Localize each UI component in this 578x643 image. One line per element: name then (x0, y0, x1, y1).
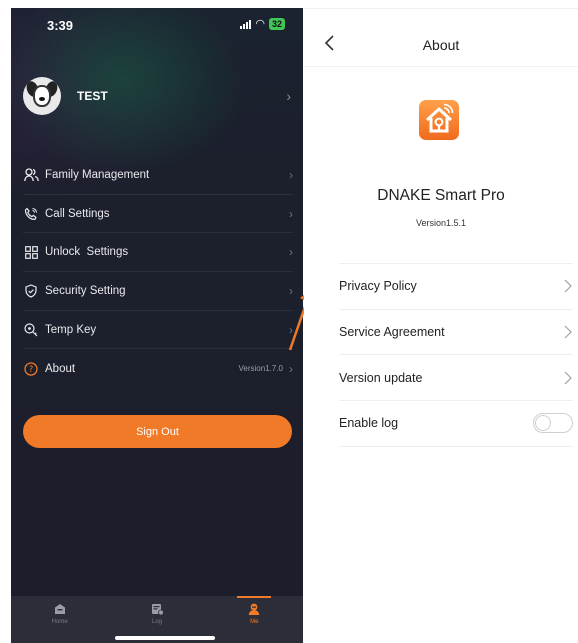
tab-label: Me (250, 619, 259, 625)
settings-menu: Family Management › Call Settings › Unlo… (23, 156, 293, 388)
menu-item-security-setting[interactable]: Security Setting › (23, 272, 293, 311)
about-screen: About DNAKE Smart Pro Version1.5.1 Priva… (304, 8, 578, 643)
log-icon (151, 604, 164, 616)
version-update-item[interactable]: Version update (339, 355, 573, 402)
menu-item-label: Temp Key (45, 323, 97, 336)
menu-item-temp-key[interactable]: Temp Key › (23, 311, 293, 350)
phone-icon (23, 206, 39, 222)
me-screen: 3:39 ◠ 32 TEST › Family Management › Cal… (11, 8, 303, 643)
signal-icon (240, 19, 252, 29)
service-agreement-item[interactable]: Service Agreement (339, 310, 573, 356)
help-icon: ? (23, 361, 39, 377)
key-icon (23, 322, 39, 338)
app-logo (419, 100, 459, 140)
menu-item-unlock-settings[interactable]: Unlock Settings › (23, 233, 293, 273)
chevron-right-icon: › (286, 88, 291, 104)
chevron-right-icon (564, 325, 572, 339)
item-label: Enable log (339, 416, 399, 431)
enable-log-item: Enable log (339, 401, 573, 447)
privacy-policy-item[interactable]: Privacy Policy (339, 264, 573, 310)
tab-label: Home (51, 619, 68, 625)
sign-out-button[interactable]: Sign Out (23, 415, 292, 448)
enable-log-toggle[interactable] (533, 413, 573, 434)
family-icon (23, 167, 39, 183)
svg-text:?: ? (29, 365, 34, 375)
menu-item-label: Unlock Settings (45, 246, 129, 259)
item-label: Privacy Policy (339, 279, 417, 294)
profile-name: TEST (77, 89, 108, 103)
item-label: Version update (339, 370, 423, 385)
app-version: Version1.5.1 (415, 218, 467, 228)
menu-item-about[interactable]: ? About Version1.7.0 › (23, 349, 293, 388)
menu-item-label: Security Setting (45, 284, 126, 297)
wifi-icon: ◠ (255, 18, 265, 30)
home-indicator (115, 636, 215, 640)
menu-item-family-management[interactable]: Family Management › (23, 156, 293, 195)
chevron-right-icon: › (289, 245, 293, 260)
status-bar: 3:39 ◠ 32 (11, 8, 303, 42)
menu-item-call-settings[interactable]: Call Settings › (23, 195, 293, 234)
menu-item-label: About (45, 362, 76, 375)
avatar (23, 77, 61, 115)
page-title: About (422, 37, 460, 53)
about-list: Privacy Policy Service Agreement Version… (339, 263, 573, 447)
version-label: Version1.7.0 (238, 364, 283, 374)
chevron-right-icon: › (289, 206, 293, 221)
grid-icon (23, 244, 39, 260)
app-name: DNAKE Smart Pro (377, 187, 505, 204)
chevron-right-icon (564, 371, 572, 385)
battery-icon: 32 (268, 17, 285, 30)
item-label: Service Agreement (339, 325, 445, 340)
menu-item-label: Family Management (45, 168, 150, 181)
shield-icon (23, 283, 39, 299)
toggle-knob (535, 415, 551, 432)
profile-row[interactable]: TEST › (23, 74, 291, 118)
menu-item-label: Call Settings (45, 207, 110, 220)
tab-home[interactable]: Home (11, 596, 108, 643)
home-icon (54, 604, 65, 614)
tab-me[interactable]: Me (206, 596, 303, 643)
chevron-right-icon (564, 279, 572, 293)
status-time: 3:39 (47, 18, 74, 33)
nav-bar: About (304, 9, 578, 67)
user-icon (249, 603, 260, 615)
chevron-right-icon: › (289, 167, 293, 182)
tab-label: Log (151, 619, 162, 625)
chevron-right-icon: › (289, 361, 293, 376)
